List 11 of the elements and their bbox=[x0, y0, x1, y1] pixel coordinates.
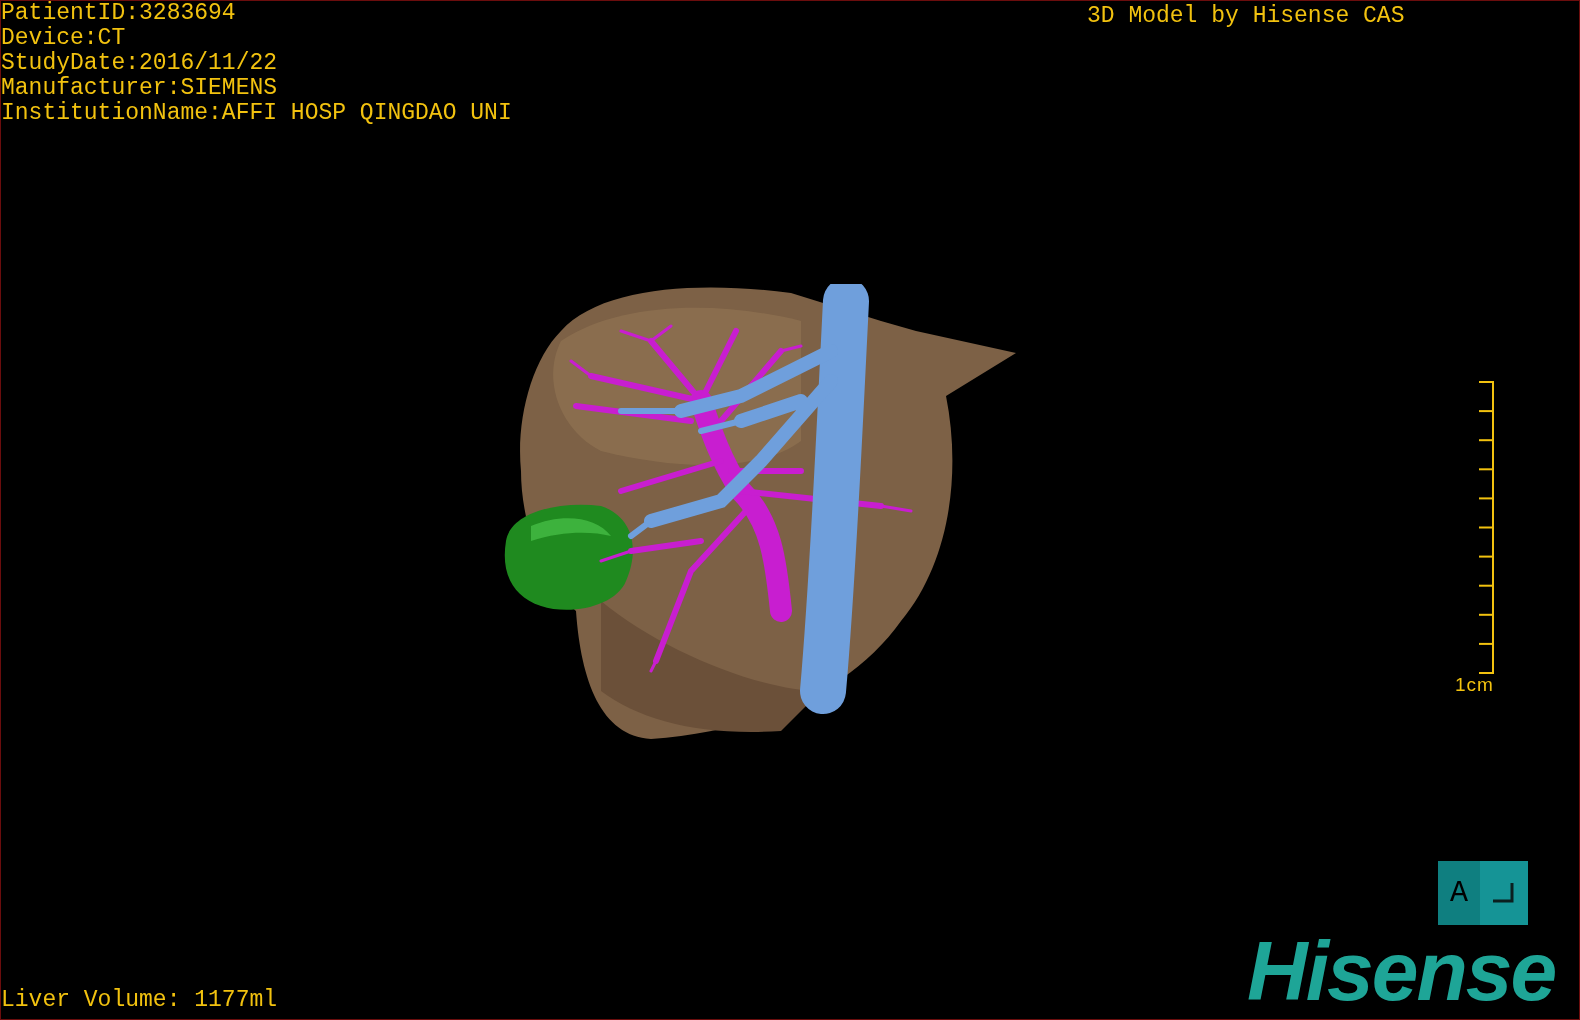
study-info-text: PatientID:3283694 bbox=[1, 1, 237, 26]
model-credit-text: 3D Model by Hisense CAS bbox=[1087, 2, 1405, 31]
scale-label: 1cm bbox=[1455, 674, 1494, 696]
study-info-text: Device:CT bbox=[1, 26, 127, 51]
cube-face-label: A bbox=[1450, 874, 1468, 912]
corner-icon bbox=[1493, 883, 1515, 903]
liver-volume-text: Liver Volume: 1177ml bbox=[1, 986, 278, 1015]
study-info-text: StudyDate:2016/11/22 bbox=[1, 51, 279, 76]
study-info-text: InstitutionName:AFFI HOSP QINGDAO UNI bbox=[1, 101, 512, 126]
hisense-logo: Hisense bbox=[1247, 929, 1556, 1013]
study-info-text: Manufacturer:SIEMENS bbox=[1, 76, 279, 101]
